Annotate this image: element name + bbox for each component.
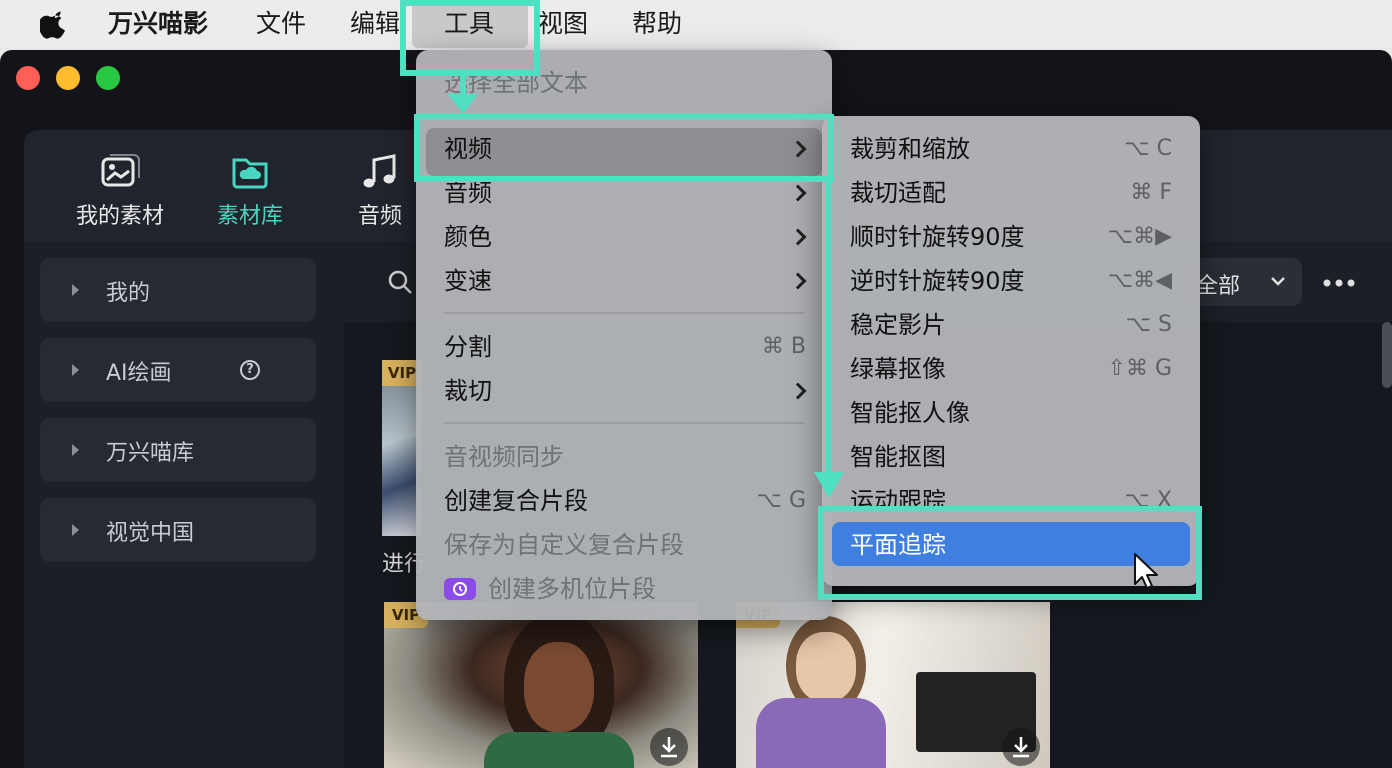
more-options-icon[interactable] (1322, 278, 1356, 288)
search-icon[interactable] (388, 270, 414, 296)
macos-menu-bar: 万兴喵影 文件 编辑 工具 视图 帮助 (0, 0, 1392, 48)
menubar-help[interactable]: 帮助 (632, 8, 682, 40)
chevron-down-icon (1271, 277, 1285, 286)
download-icon (661, 737, 677, 758)
tab-stock-library-label: 素材库 (216, 204, 283, 229)
image-icon (101, 154, 140, 187)
download-button[interactable] (650, 728, 688, 766)
download-icon (1013, 737, 1029, 758)
filter-value: 全部 (1196, 274, 1241, 299)
menu-separator (444, 312, 804, 314)
expand-arrow-icon (72, 364, 79, 376)
minimize-window-button[interactable] (56, 66, 80, 90)
menu-item-split[interactable]: 分割 (444, 330, 492, 364)
highlight-box-tools (400, 0, 540, 76)
submenu-item-ai-portrait[interactable]: 智能抠人像 (850, 396, 970, 430)
expand-arrow-icon (72, 524, 79, 536)
menu-item-crop[interactable]: 裁切 (444, 374, 492, 408)
menu-item-create-multicam-clip[interactable]: 创建多机位片段 (488, 572, 656, 606)
tab-my-media[interactable]: 我的素材 (70, 152, 170, 230)
menu-separator (444, 422, 804, 424)
menubar-file[interactable]: 文件 (256, 8, 306, 40)
create-compound-shortcut: ⌥ G (756, 488, 806, 513)
apple-logo-icon[interactable] (40, 8, 70, 40)
chevron-right-icon (789, 228, 807, 246)
media-thumbnail[interactable]: VIP (384, 602, 698, 768)
submenu-item-stabilize[interactable]: 稳定影片 (850, 308, 946, 342)
sidebar-item-vcg[interactable]: 视觉中国 (40, 498, 316, 562)
menubar-edit[interactable]: 编辑 (350, 8, 400, 40)
menu-item-color[interactable]: 颜色 (444, 220, 492, 254)
tab-audio-label: 音频 (357, 204, 402, 229)
close-window-button[interactable] (16, 66, 40, 90)
mouse-cursor-icon (1134, 553, 1158, 589)
submenu-item-rotate-ccw[interactable]: 逆时针旋转90度 (850, 264, 1025, 298)
help-icon[interactable]: ? (240, 360, 260, 380)
shortcut-chroma-key: ⇧⌘ G (1107, 356, 1172, 381)
arrow-down-icon (814, 180, 844, 498)
chevron-right-icon (789, 272, 807, 290)
split-shortcut: ⌘ B (761, 334, 806, 359)
media-thumbnail[interactable]: VIP (736, 602, 1050, 768)
sidebar-item-mine[interactable]: 我的 (40, 258, 316, 322)
submenu-item-crop-fit[interactable]: 裁切适配 (850, 176, 946, 210)
submenu-item-crop-zoom[interactable]: 裁剪和缩放 (850, 132, 970, 166)
menu-item-create-compound-clip[interactable]: 创建复合片段 (444, 484, 588, 518)
menu-item-speed[interactable]: 变速 (444, 264, 492, 298)
shortcut-stabilize: ⌥ S (1125, 312, 1172, 337)
highlight-box-video (414, 114, 834, 182)
submenu-item-chroma-key[interactable]: 绿幕抠像 (850, 352, 946, 386)
shortcut-crop-zoom: ⌥ C (1124, 136, 1172, 161)
sidebar-item-label: 视觉中国 (106, 521, 195, 546)
sidebar-item-wondershare-library[interactable]: 万兴喵库 (40, 418, 316, 482)
menubar-app-name[interactable]: 万兴喵影 (108, 8, 208, 40)
scrollbar[interactable] (1382, 322, 1392, 388)
chevron-right-icon (789, 184, 807, 202)
tab-stock-library[interactable]: 素材库 (200, 152, 300, 230)
sidebar-item-ai-painting[interactable]: AI绘画 ? (40, 338, 316, 402)
zoom-window-button[interactable] (96, 66, 120, 90)
multicam-badge-icon (444, 578, 476, 600)
shortcut-crop-fit: ⌘ F (1130, 180, 1172, 205)
music-note-icon (363, 154, 396, 188)
sidebar-item-label: AI绘画 (106, 361, 172, 386)
tab-my-media-label: 我的素材 (75, 204, 164, 229)
sidebar-item-label: 我的 (106, 281, 151, 306)
menubar-view[interactable]: 视图 (538, 8, 588, 40)
submenu-item-smart-cutout[interactable]: 智能抠图 (850, 440, 946, 474)
menu-item-av-sync[interactable]: 音视频同步 (444, 440, 564, 474)
submenu-item-rotate-cw[interactable]: 顺时针旋转90度 (850, 220, 1025, 254)
expand-arrow-icon (72, 284, 79, 296)
cloud-folder-icon (232, 158, 268, 189)
arrow-down-icon (448, 74, 478, 114)
shortcut-rotate-cw: ⌥⌘▶ (1107, 224, 1172, 249)
download-button[interactable] (1002, 728, 1040, 766)
sidebar-item-label: 万兴喵库 (106, 441, 195, 466)
chevron-right-icon (789, 382, 807, 400)
menu-item-save-custom-compound[interactable]: 保存为自定义复合片段 (444, 528, 684, 562)
expand-arrow-icon (72, 444, 79, 456)
shortcut-rotate-ccw: ⌥⌘◀ (1107, 268, 1172, 293)
